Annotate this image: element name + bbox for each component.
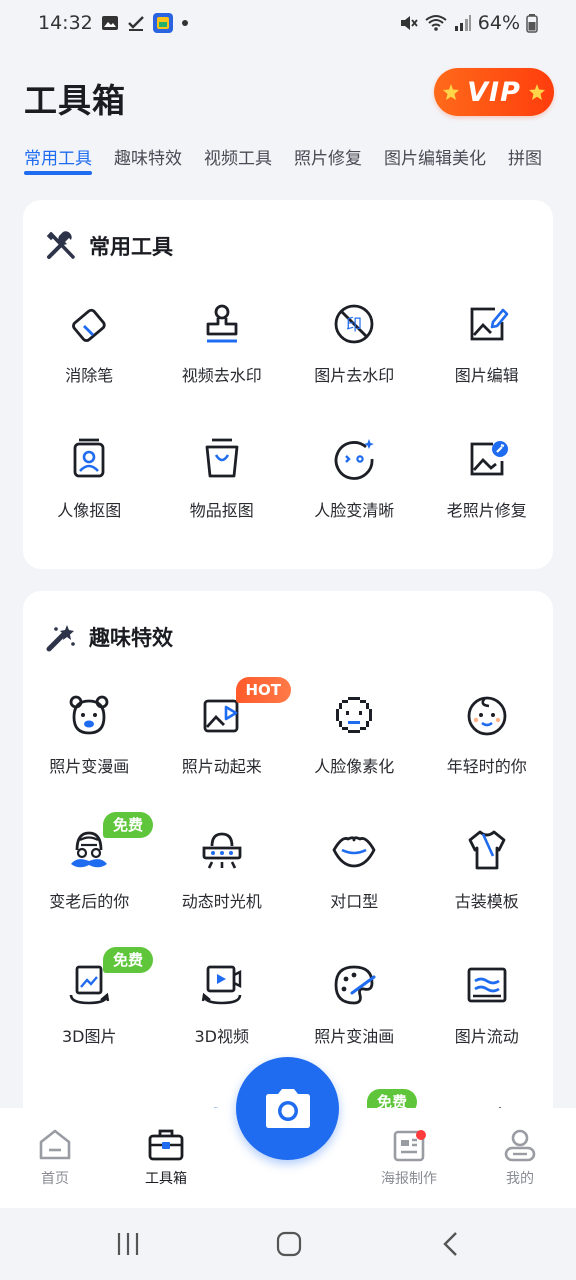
tab-image-edit[interactable]: 图片编辑美化 [384, 142, 486, 182]
effect-older-you[interactable]: 免费 变老后的你 [23, 812, 156, 961]
tab-photo-repair[interactable]: 照片修复 [294, 142, 362, 182]
section-header: 趣味特效 [45, 621, 173, 653]
lips-icon [330, 826, 378, 874]
effect-grid: 照片变漫画 HOT 照片动起来 人脸像素化 年轻时的你 免费 变老后的你 动态时… [23, 677, 554, 1096]
tool-eraser-pen[interactable]: 消除笔 [23, 300, 156, 435]
effect-face-pixelate[interactable]: 人脸像素化 [288, 691, 421, 826]
bag-cutout-icon [198, 435, 246, 483]
tool-image-watermark[interactable]: 印 图片去水印 [288, 300, 421, 435]
mute-icon [398, 13, 418, 33]
nav-toolbox[interactable]: 工具箱 [126, 1128, 206, 1188]
section-title: 趣味特效 [89, 626, 173, 650]
palette-icon [330, 961, 378, 1009]
wifi-icon [424, 13, 448, 33]
free-badge: 免费 [103, 812, 154, 838]
camera-icon [265, 1088, 310, 1128]
effect-younger-you[interactable]: 年轻时的你 [421, 691, 554, 826]
status-bar: 14:32 64% [0, 0, 576, 46]
profile-icon [504, 1129, 536, 1162]
face-sparkle-icon [330, 435, 378, 483]
star-icon [443, 84, 460, 100]
ufo-icon [198, 826, 246, 874]
battery-icon [526, 13, 538, 33]
stamp-icon [198, 300, 246, 348]
tool-face-clarify[interactable]: 人脸变清晰 [288, 435, 421, 570]
effect-lip-sync[interactable]: 对口型 [288, 826, 421, 961]
tab-fun-effects[interactable]: 趣味特效 [114, 142, 182, 182]
free-badge: 免费 [103, 947, 154, 973]
dot-icon [181, 19, 189, 27]
flow-image-icon [463, 961, 511, 1009]
effect-3d-image[interactable]: 免费 3D图片 [23, 947, 156, 1096]
no-print-icon: 印 [330, 300, 378, 348]
system-nav-bar [0, 1208, 576, 1280]
signal-icon [454, 14, 472, 32]
nav-poster[interactable]: 海报制作 [369, 1128, 449, 1188]
star-icon [528, 84, 545, 100]
tab-collage[interactable]: 拼图 [508, 142, 542, 182]
category-tabs: 常用工具 趣味特效 视频工具 照片修复 图片编辑美化 拼图 [24, 142, 576, 182]
tool-video-watermark[interactable]: 视频去水印 [156, 300, 289, 435]
svg-text:印: 印 [346, 315, 362, 334]
effect-image-flow[interactable]: 图片流动 [421, 961, 554, 1096]
notification-dot [416, 1130, 426, 1140]
effect-photo-to-comic[interactable]: 照片变漫画 [23, 691, 156, 826]
section-title: 常用工具 [89, 235, 173, 259]
toolbox-icon [148, 1129, 184, 1161]
tab-active-indicator [24, 171, 92, 175]
photo-repair-icon [463, 435, 511, 483]
pixel-face-icon [330, 691, 378, 739]
eraser-icon [65, 300, 113, 348]
common-tools-card: 常用工具 消除笔 视频去水印 印 图片去水印 图片编辑 人像抠图 物品抠图 人脸… [23, 200, 553, 569]
tool-old-photo-repair[interactable]: 老照片修复 [421, 435, 554, 570]
battery-percent: 64% [477, 12, 520, 34]
section-header: 常用工具 [45, 230, 173, 262]
vip-button[interactable]: VIP [434, 68, 554, 116]
recent-apps-icon[interactable] [114, 1230, 142, 1258]
check-icon [127, 14, 145, 32]
baby-face-icon [463, 691, 511, 739]
3d-video-icon [198, 961, 246, 1009]
status-time: 14:32 [38, 12, 93, 34]
home-icon [39, 1129, 71, 1160]
tool-object-cutout[interactable]: 物品抠图 [156, 435, 289, 570]
back-icon[interactable] [438, 1230, 466, 1258]
nav-profile[interactable]: 我的 [480, 1128, 560, 1188]
bear-icon [65, 691, 113, 739]
home-button-icon[interactable] [275, 1230, 303, 1258]
page-title: 工具箱 [24, 81, 126, 120]
tool-portrait-cutout[interactable]: 人像抠图 [23, 435, 156, 570]
image-edit-icon [463, 300, 511, 348]
tool-image-edit[interactable]: 图片编辑 [421, 300, 554, 435]
effect-animate-photo[interactable]: HOT 照片动起来 [156, 677, 292, 826]
tab-common-tools[interactable]: 常用工具 [24, 142, 92, 182]
tools-icon [46, 231, 75, 259]
app-icon [152, 13, 173, 33]
effect-costume-template[interactable]: 古装模板 [421, 826, 554, 961]
gallery-icon [101, 14, 119, 32]
portrait-cutout-icon [65, 435, 113, 483]
camera-button[interactable] [236, 1057, 339, 1160]
tool-grid: 消除笔 视频去水印 印 图片去水印 图片编辑 人像抠图 物品抠图 人脸变清晰 老… [23, 300, 553, 570]
tab-video-tools[interactable]: 视频工具 [204, 142, 272, 182]
effect-time-machine[interactable]: 动态时光机 [156, 826, 289, 961]
hot-badge: HOT [235, 677, 292, 703]
nav-home[interactable]: 首页 [15, 1128, 95, 1188]
magic-wand-icon [46, 625, 75, 652]
robe-icon [463, 826, 511, 874]
vip-label: VIP [467, 76, 521, 108]
